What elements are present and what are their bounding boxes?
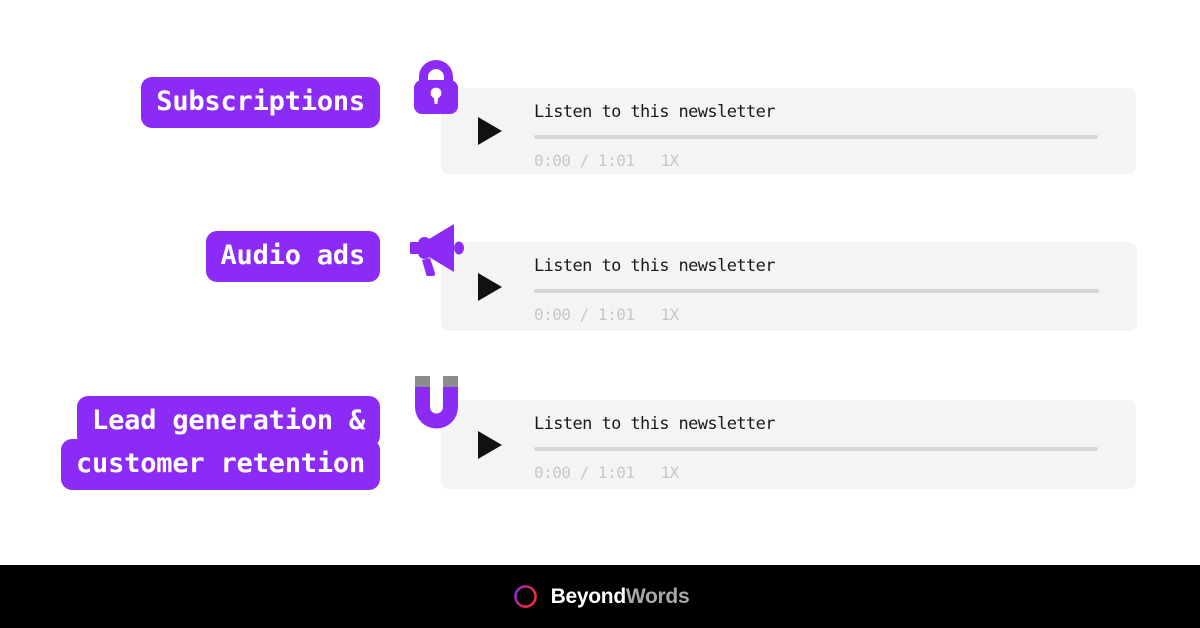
playback-speed-button[interactable]: 1X bbox=[660, 305, 679, 324]
feature-row-subscriptions: Subscriptions Listen to this newsletter … bbox=[0, 60, 1200, 188]
beyondwords-logo-icon bbox=[511, 582, 540, 611]
feature-row-lead-generation: Lead generation & customer retention Lis… bbox=[0, 376, 1200, 500]
player-title: Listen to this newsletter bbox=[534, 256, 775, 276]
player-title: Listen to this newsletter bbox=[534, 414, 775, 434]
audio-player-card[interactable]: Listen to this newsletter 0:00 / 1:01 1X bbox=[441, 400, 1136, 489]
footer-bar: BeyondWords bbox=[0, 565, 1200, 628]
playback-speed-button[interactable]: 1X bbox=[660, 151, 679, 170]
brand-wordmark-beyond: Beyond bbox=[550, 584, 627, 608]
time-display: 0:00 / 1:01 bbox=[534, 151, 635, 170]
feature-label-subscriptions: Subscriptions bbox=[141, 77, 380, 128]
time-display: 0:00 / 1:01 bbox=[534, 305, 635, 324]
megaphone-icon bbox=[410, 222, 470, 276]
feature-label-audio-ads: Audio ads bbox=[205, 231, 380, 282]
feature-label-lead-generation: Lead generation & customer retention bbox=[61, 396, 380, 490]
feature-label-text: Audio ads bbox=[205, 231, 380, 282]
progress-bar[interactable] bbox=[534, 135, 1098, 139]
feature-label-text: Subscriptions bbox=[141, 77, 380, 128]
progress-bar[interactable] bbox=[534, 289, 1099, 293]
time-display: 0:00 / 1:01 bbox=[534, 463, 635, 482]
player-meta: 0:00 / 1:01 1X bbox=[534, 463, 1098, 482]
play-button[interactable] bbox=[478, 272, 502, 301]
play-button[interactable] bbox=[478, 430, 502, 459]
playback-speed-button[interactable]: 1X bbox=[660, 463, 679, 482]
audio-player-card[interactable]: Listen to this newsletter 0:00 / 1:01 1X bbox=[441, 88, 1136, 174]
brand-wordmark: BeyondWords bbox=[551, 585, 690, 609]
magnet-icon bbox=[410, 374, 463, 434]
player-body: Listen to this newsletter 0:00 / 1:01 1X bbox=[534, 412, 1098, 482]
feature-label-text-line2: customer retention bbox=[61, 438, 380, 490]
brand-wordmark-words: Words bbox=[625, 584, 690, 608]
audio-player-card[interactable]: Listen to this newsletter 0:00 / 1:01 1X bbox=[441, 242, 1137, 331]
play-button[interactable] bbox=[478, 117, 502, 145]
poster-canvas: Subscriptions Listen to this newsletter … bbox=[0, 0, 1200, 628]
progress-bar[interactable] bbox=[534, 447, 1098, 451]
player-body: Listen to this newsletter 0:00 / 1:01 1X bbox=[534, 254, 1099, 324]
player-title: Listen to this newsletter bbox=[534, 102, 775, 122]
player-body: Listen to this newsletter 0:00 / 1:01 1X bbox=[534, 100, 1098, 170]
player-meta: 0:00 / 1:01 1X bbox=[534, 305, 1099, 324]
feature-row-audio-ads: Audio ads Listen to this newsletter 0:00 bbox=[0, 224, 1200, 342]
player-meta: 0:00 / 1:01 1X bbox=[534, 151, 1098, 170]
lock-icon bbox=[411, 58, 461, 116]
